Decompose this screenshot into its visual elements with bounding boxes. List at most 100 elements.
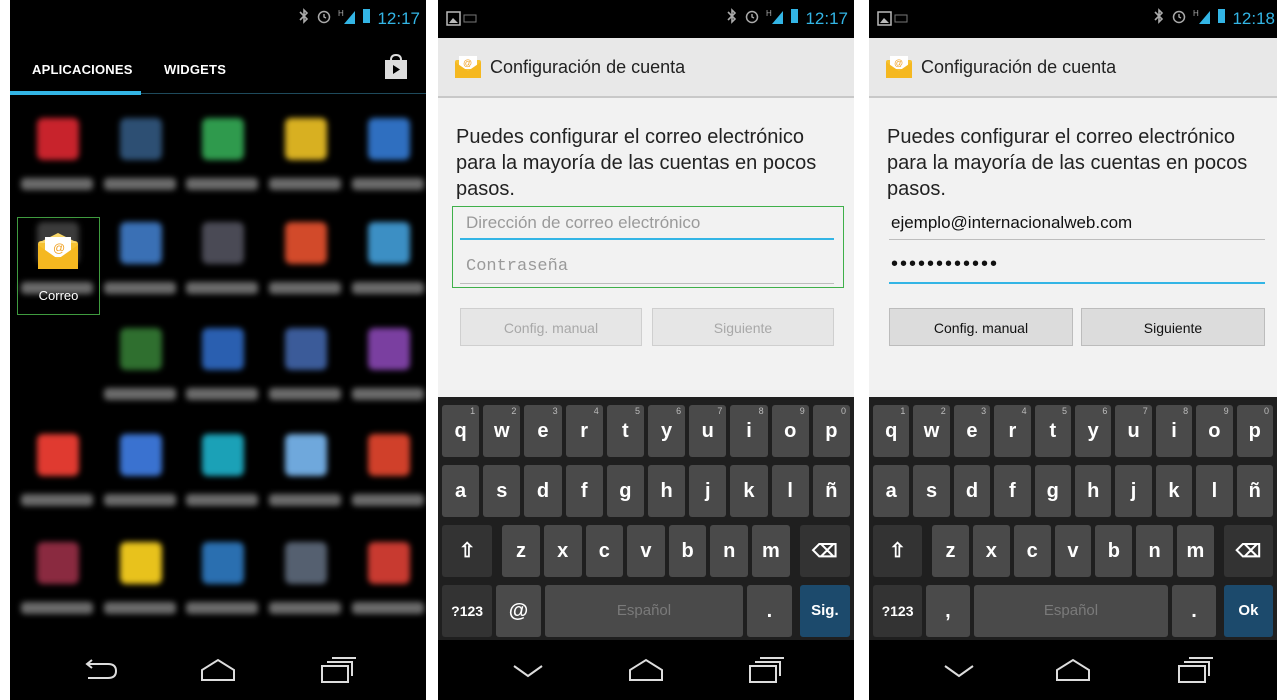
key-q[interactable]: q1 <box>873 405 910 457</box>
key-u[interactable]: u7 <box>1115 405 1152 457</box>
period-key[interactable]: . <box>1172 585 1216 637</box>
email-field[interactable]: Dirección de correo electrónico <box>460 206 834 240</box>
key-l[interactable]: l <box>1196 465 1233 517</box>
email-field[interactable]: ejemplo@internacionalweb.com <box>889 206 1265 240</box>
key-k[interactable]: k <box>1155 465 1193 517</box>
key-t[interactable]: t5 <box>606 405 644 457</box>
app-icon-blurred[interactable] <box>100 204 180 310</box>
hide-keyboard-icon[interactable] <box>939 656 979 684</box>
app-icon-blurred[interactable] <box>100 310 180 416</box>
key-x[interactable]: x <box>543 525 582 577</box>
back-icon[interactable] <box>80 656 120 684</box>
app-icon-blurred[interactable] <box>265 524 345 630</box>
recent-apps-icon[interactable] <box>746 656 786 684</box>
backspace-key[interactable]: ⌫ <box>1223 525 1273 577</box>
key-g[interactable]: g <box>1034 465 1071 517</box>
app-icon-blurred[interactable] <box>265 100 345 206</box>
key-p[interactable]: p0 <box>1236 405 1273 457</box>
recent-apps-icon[interactable] <box>1175 656 1215 684</box>
key-x[interactable]: x <box>972 525 1010 577</box>
key-o[interactable]: o9 <box>771 405 809 457</box>
manual-config-button[interactable]: Config. manual <box>460 308 642 346</box>
key-k[interactable]: k <box>730 465 768 517</box>
key-a[interactable]: a <box>873 465 910 517</box>
app-icon-blurred[interactable] <box>348 204 426 310</box>
key-p[interactable]: p0 <box>812 405 850 457</box>
app-icon-blurred[interactable] <box>100 416 180 522</box>
key-s[interactable]: s <box>483 465 521 517</box>
key-f[interactable]: f <box>994 465 1031 517</box>
app-icon-blurred[interactable] <box>182 100 262 206</box>
tab-widgets[interactable]: WIDGETS <box>164 62 226 77</box>
action-key[interactable]: Sig. <box>799 585 850 637</box>
key-v[interactable]: v <box>627 525 665 577</box>
key-i[interactable]: i8 <box>730 405 768 457</box>
key-g[interactable]: g <box>606 465 644 517</box>
key-v[interactable]: v <box>1054 525 1092 577</box>
key-d[interactable]: d <box>953 465 991 517</box>
key-e[interactable]: e3 <box>953 405 991 457</box>
action-key[interactable]: Ok <box>1223 585 1273 637</box>
app-icon-blurred[interactable] <box>265 204 345 310</box>
app-icon-blurred[interactable] <box>182 416 262 522</box>
key-ñ[interactable]: ñ <box>1236 465 1273 517</box>
app-icon-blurred[interactable] <box>348 416 426 522</box>
play-store-icon[interactable] <box>384 53 408 80</box>
key-r[interactable]: r4 <box>994 405 1031 457</box>
key-r[interactable]: r4 <box>565 405 603 457</box>
key-u[interactable]: u7 <box>689 405 727 457</box>
key-y[interactable]: y6 <box>1075 405 1112 457</box>
app-icon-blurred[interactable] <box>348 310 426 416</box>
app-icon-blurred[interactable] <box>348 524 426 630</box>
space-key[interactable]: Español <box>973 585 1169 637</box>
key-w[interactable]: w2 <box>483 405 521 457</box>
key-n[interactable]: n <box>710 525 749 577</box>
key-j[interactable]: j <box>689 465 727 517</box>
app-correo[interactable]: @ Correo <box>17 217 100 315</box>
password-field[interactable]: •••••••••••• <box>889 250 1265 284</box>
key-w[interactable]: w2 <box>913 405 950 457</box>
symbols-key[interactable]: ?123 <box>442 585 493 637</box>
recent-apps-icon[interactable] <box>318 656 358 684</box>
key-n[interactable]: n <box>1136 525 1174 577</box>
app-icon-blurred[interactable] <box>182 524 262 630</box>
key-i[interactable]: i8 <box>1155 405 1193 457</box>
next-button[interactable]: Siguiente <box>1081 308 1265 346</box>
space-key[interactable]: Español <box>544 585 744 637</box>
app-icon-blurred[interactable] <box>17 100 97 206</box>
key-z[interactable]: z <box>932 525 969 577</box>
key-a[interactable]: a <box>442 465 480 517</box>
key-c[interactable]: c <box>585 525 624 577</box>
key-t[interactable]: t5 <box>1034 405 1071 457</box>
app-icon-blurred[interactable] <box>17 524 97 630</box>
key-m[interactable]: m <box>1177 525 1214 577</box>
key-y[interactable]: y6 <box>648 405 686 457</box>
app-icon-blurred[interactable] <box>265 416 345 522</box>
tab-aplicaciones[interactable]: APLICACIONES <box>32 62 133 77</box>
home-icon[interactable] <box>1053 656 1093 684</box>
app-icon-blurred[interactable] <box>17 416 97 522</box>
backspace-key[interactable]: ⌫ <box>799 525 850 577</box>
key-h[interactable]: h <box>648 465 686 517</box>
period-key[interactable]: . <box>747 585 792 637</box>
key-ñ[interactable]: ñ <box>812 465 850 517</box>
key-z[interactable]: z <box>502 525 540 577</box>
key-h[interactable]: h <box>1075 465 1112 517</box>
symbols-key[interactable]: ?123 <box>873 585 923 637</box>
shift-key[interactable]: ⇧ <box>442 525 493 577</box>
app-icon-blurred[interactable] <box>182 310 262 416</box>
home-icon[interactable] <box>626 656 666 684</box>
shift-key[interactable]: ⇧ <box>873 525 923 577</box>
key-e[interactable]: e3 <box>524 405 562 457</box>
key-q[interactable]: q1 <box>442 405 480 457</box>
key-s[interactable]: s <box>913 465 950 517</box>
manual-config-button[interactable]: Config. manual <box>889 308 1073 346</box>
app-icon-blurred[interactable] <box>100 100 180 206</box>
key-d[interactable]: d <box>524 465 562 517</box>
symbol-key[interactable]: , <box>926 585 970 637</box>
home-icon[interactable] <box>198 656 238 684</box>
next-button[interactable]: Siguiente <box>652 308 834 346</box>
key-b[interactable]: b <box>1095 525 1133 577</box>
app-icon-blurred[interactable] <box>182 204 262 310</box>
symbol-key[interactable]: @ <box>496 585 541 637</box>
